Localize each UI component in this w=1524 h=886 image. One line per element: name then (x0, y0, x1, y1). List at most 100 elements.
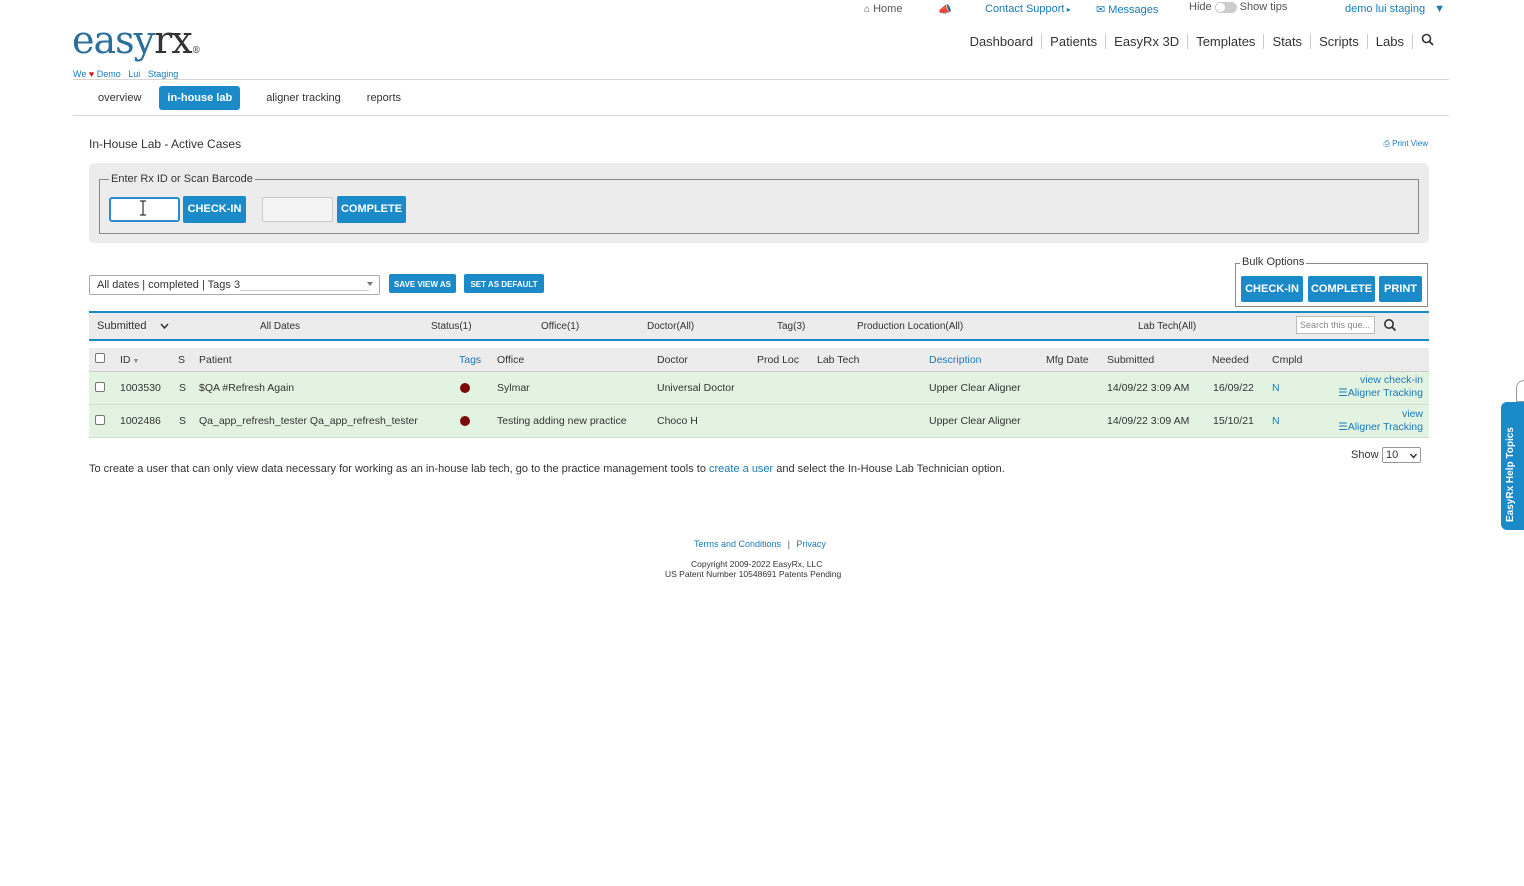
heart-icon: ♥ (88, 69, 95, 79)
toggle-switch[interactable] (1214, 1, 1237, 13)
row-checkbox[interactable] (95, 415, 105, 425)
view-checkin-link[interactable]: view check-in (1360, 374, 1423, 386)
announcement-icon[interactable]: 📣 (938, 3, 952, 16)
filter-tag[interactable]: Tag(3) (777, 321, 805, 332)
row-description: Upper Clear Aligner (929, 415, 1021, 427)
filter-dates[interactable]: All Dates (260, 321, 300, 332)
search-icon[interactable] (1413, 33, 1442, 49)
tag-dot (460, 416, 470, 426)
terms-link[interactable]: Terms and Conditions (694, 539, 781, 549)
row-needed: 15/10/21 (1213, 415, 1254, 427)
tab-aligner-tracking[interactable]: aligner tracking (258, 86, 349, 110)
tagline: We ♥ Demo Lui Staging (73, 69, 179, 79)
queue-search-input[interactable]: Search this que... (1296, 316, 1375, 334)
filter-lab-tech[interactable]: Lab Tech(All) (1138, 321, 1196, 332)
col-submitted: Submitted (1107, 354, 1155, 366)
bulk-checkin-button[interactable]: CHECK-IN (1241, 276, 1303, 302)
col-prod-loc: Prod Loc (757, 354, 800, 366)
table-row[interactable]: 1003530 S $QA #Refresh Again Sylmar Univ… (89, 372, 1429, 405)
chevron-down-icon: ▼ (1434, 3, 1446, 15)
home-link[interactable]: ⌂ Home (864, 3, 902, 15)
set-as-default-button[interactable]: SET AS DEFAULT (464, 274, 544, 293)
dropdown-arrow-icon (367, 282, 373, 286)
tag-dot (460, 383, 470, 393)
bulk-print-button[interactable]: PRINT (1379, 276, 1422, 302)
col-needed: Needed (1212, 354, 1249, 366)
row-patient[interactable]: Qa_app_refresh_tester Qa_app_refresh_tes… (199, 415, 418, 427)
table-row[interactable]: 1002486 S Qa_app_refresh_tester Qa_app_r… (89, 405, 1429, 438)
aligner-tracking-link[interactable]: ☰Aligner Tracking (1338, 387, 1423, 399)
search-icon[interactable] (1383, 318, 1397, 332)
col-office: Office (497, 354, 525, 366)
row-s: S (179, 415, 187, 427)
col-lab-tech: Lab Tech (817, 354, 860, 366)
printer-icon: ⎙ (1383, 139, 1390, 148)
nav-dashboard[interactable]: Dashboard (962, 33, 1043, 49)
col-mfg-date: Mfg Date (1046, 354, 1089, 366)
save-view-as-button[interactable]: SAVE VIEW AS (389, 274, 456, 293)
bulk-complete-button[interactable]: COMPLETE (1308, 276, 1375, 302)
bulk-options-legend: Bulk Options (1240, 256, 1307, 268)
page-title: In-House Lab - Active Cases (89, 137, 242, 151)
nav-templates[interactable]: Templates (1188, 33, 1265, 49)
show-label: Show (1351, 449, 1379, 461)
aligner-tracking-link[interactable]: ☰Aligner Tracking (1338, 421, 1423, 433)
submitted-sort-select[interactable]: Submitted (97, 320, 169, 332)
divider (73, 115, 1449, 116)
nav-scripts[interactable]: Scripts (1311, 33, 1368, 49)
row-doctor: Universal Doctor (657, 382, 735, 394)
col-patient: Patient (199, 354, 232, 366)
privacy-link[interactable]: Privacy (796, 539, 826, 549)
checkin-button[interactable]: CHECK-IN (183, 196, 246, 223)
row-checkbox[interactable] (95, 382, 105, 392)
help-topics-tab[interactable]: EasyRx Help Topics (1501, 402, 1524, 530)
col-description[interactable]: Description (929, 354, 982, 366)
page-size-select[interactable]: 10 (1382, 447, 1421, 463)
nav-labs[interactable]: Labs (1368, 33, 1413, 49)
col-cmpld: Cmpld (1272, 354, 1303, 366)
filter-status[interactable]: Status(1) (431, 321, 472, 332)
contact-support-link[interactable]: Contact Support ▸ (985, 3, 1071, 15)
easyrx-logo[interactable]: easyrx® (72, 18, 201, 62)
select-all-checkbox[interactable] (95, 353, 105, 363)
tab-overview[interactable]: overview (90, 86, 149, 110)
patent-notice: US Patent Number 10548691 Patents Pendin… (665, 569, 842, 579)
list-icon: ☰ (1338, 421, 1348, 433)
create-user-link[interactable]: create a user (709, 463, 773, 475)
footer-links: Terms and Conditions | Privacy (694, 539, 826, 549)
nav-patients[interactable]: Patients (1042, 33, 1107, 49)
tab-reports[interactable]: reports (359, 86, 409, 110)
view-link[interactable]: view (1402, 408, 1423, 420)
row-id: 1002486 (120, 415, 161, 427)
tab-in-house-lab[interactable]: in-house lab (159, 86, 241, 119)
nav-stats[interactable]: Stats (1264, 33, 1312, 49)
col-tags[interactable]: Tags (459, 354, 481, 366)
chevron-down-icon (160, 320, 169, 332)
filter-office[interactable]: Office(1) (541, 321, 579, 332)
filter-doctor[interactable]: Doctor(All) (647, 321, 694, 332)
caret-right-icon: ▸ (1064, 5, 1071, 14)
tips-toggle[interactable]: Hide Show tips (1189, 1, 1287, 13)
row-doctor: Choco H (657, 415, 698, 427)
list-icon: ☰ (1338, 387, 1348, 399)
envelope-icon: ✉ (1096, 4, 1106, 16)
help-tab-edge (1516, 380, 1524, 402)
main-nav: Dashboard Patients EasyRx 3D Templates S… (962, 33, 1442, 49)
row-patient[interactable]: $QA #Refresh Again (199, 382, 294, 394)
col-doctor: Doctor (657, 354, 688, 366)
nav-easyrx-3d[interactable]: EasyRx 3D (1106, 33, 1189, 49)
user-menu[interactable]: demo lui staging ▼ (1345, 3, 1445, 15)
row-cmpld[interactable]: N (1272, 382, 1280, 394)
filter-production-location[interactable]: Production Location(All) (857, 321, 963, 332)
complete-button[interactable]: COMPLETE (337, 196, 406, 223)
row-office: Sylmar (497, 382, 530, 394)
chevron-down-icon (1410, 453, 1417, 459)
col-id[interactable]: ID ▼ (120, 354, 139, 366)
saved-view-select[interactable]: All dates | completed | Tags 3 (89, 275, 380, 295)
row-cmpld[interactable]: N (1272, 415, 1280, 427)
copyright: Copyright 2009-2022 EasyRx, LLC (691, 559, 823, 569)
messages-link[interactable]: ✉ Messages (1096, 3, 1158, 16)
row-submitted: 14/09/22 3:09 AM (1107, 382, 1190, 394)
print-view-link[interactable]: ⎙ Print View (1383, 139, 1428, 149)
rx-id-complete-input[interactable] (262, 197, 333, 222)
